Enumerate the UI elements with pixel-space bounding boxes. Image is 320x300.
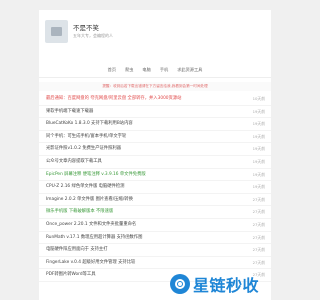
list-item-title[interactable]: 果软手机端下载速下载器 [46,106,236,118]
nav-item-mobile[interactable]: 手机 [160,64,168,76]
list-item[interactable]: 公众号文章内容提取下载工具 19天前 [39,156,271,169]
list-item-date: 27天前 [252,234,265,240]
watermark-logo-icon [170,274,190,294]
list-item-title[interactable]: 最后通知：百度网盘的 夸克网盘/阿里云盘 全部转存，并入3000资源站 [46,93,236,105]
list-item[interactable]: CPU-Z 2.16 绿色单文件版 电脑硬件检测 19天前 [39,181,271,194]
list-item[interactable]: 微乐手机版 下载破解版本 不限速版 27天前 [39,206,271,219]
list-item-date: 19天前 [252,133,265,139]
list-item-date: 19天前 [252,184,265,190]
list-item-date: 27天前 [252,221,265,227]
list-item-date: 10天前 [252,96,265,101]
nav-item-request[interactable]: 求此资源工具 [177,64,202,76]
watermark-logo-text: 星链秒收 [193,276,260,295]
site-header: 不是不笑 五年大专，会编程的人 [39,10,271,54]
list-item[interactable]: BlueCatKoKo 1.8.3.0 支持下载利用B站内容 19天前 [39,118,271,131]
list-item-title[interactable]: CPU-Z 2.16 绿色单文件版 电脑硬件检测 [46,181,236,193]
nav-divider [39,77,271,78]
post-list: 最后通知：百度网盘的 夸克网盘/阿里云盘 全部转存，并入3000资源站 10天前果… [39,93,271,282]
list-item[interactable]: 最后通知：百度网盘的 夸克网盘/阿里云盘 全部转存，并入3000资源站 10天前 [39,93,271,106]
nav-item-pc[interactable]: 电脑 [142,64,150,76]
list-item-title[interactable]: RunMath v.17.1 数理应用超计算器 支持函数作图 [46,232,236,244]
list-item[interactable]: 电脑硬件阳应用面向于 支持主打 27天前 [39,244,271,257]
list-item-date: 27天前 [252,259,265,265]
notice-banner: 提醒：收到后若下载出错请在下方留言给我,我看到会第一时间处理 [39,82,271,91]
list-item-date: 27天前 [252,247,265,253]
list-item-title[interactable]: FingerLake v.0.4 超级好用文件管理 支持比较 [46,257,236,269]
list-item-date: 19天前 [252,146,265,152]
list-item-title[interactable]: EpicPen 屏幕注释 便笔注释 v.3.9.16 单文件免费版 [46,169,236,181]
list-item-date: 19天前 [252,108,265,114]
list-item[interactable]: EpicPen 屏幕注释 便笔注释 v.3.9.16 单文件免费版 19天前 [39,169,271,182]
list-item[interactable]: 光影证件照v1.0.2 免费生产证件照利器 19天前 [39,143,271,156]
main-nav: 首页 爬虫 电脑 手机 求此资源工具 [39,64,271,76]
avatar[interactable] [45,20,68,43]
list-item[interactable]: 同个手机：可生成手机/富本手机/单文字轮 19天前 [39,131,271,144]
list-item-title[interactable]: Once_power 2.20.1 文件和文件夹批量重命名 [46,219,236,231]
list-item-title[interactable]: BlueCatKoKo 1.8.3.0 支持下载利用B站内容 [46,118,236,130]
list-item[interactable]: Once_power 2.20.1 文件和文件夹批量重命名 27天前 [39,219,271,232]
list-item-date: 27天前 [252,209,265,215]
list-item-date: 27天前 [252,196,265,202]
list-item-title[interactable]: 公众号文章内容提取下载工具 [46,156,236,168]
list-item-title[interactable]: 同个手机：可生成手机/富本手机/单文字轮 [46,131,236,143]
watermark-logo: 星链秒收 [170,272,259,296]
list-item-date: 19天前 [252,121,265,127]
list-item[interactable]: RunMath v.17.1 数理应用超计算器 支持函数作图 27天前 [39,232,271,245]
list-item-title[interactable]: Imagine 2.0.2 单文件版 图片查看/压缩/转换 [46,194,236,206]
nav-item-home[interactable]: 首页 [108,64,116,76]
list-item[interactable]: Imagine 2.0.2 单文件版 图片查看/压缩/转换 27天前 [39,194,271,207]
site-title[interactable]: 不是不笑 [73,22,99,32]
page-container: 不是不笑 五年大专，会编程的人 首页 爬虫 电脑 手机 求此资源工具 提醒：收到… [39,10,271,300]
nav-item-crawler[interactable]: 爬虫 [125,64,133,76]
site-subtitle: 五年大专，会编程的人 [73,33,113,38]
list-item-date: 19天前 [252,158,265,164]
list-item-title[interactable]: 微乐手机版 下载破解版本 不限速版 [46,206,236,218]
list-item[interactable]: 果软手机端下载速下载器 19天前 [39,106,271,119]
list-item-title[interactable]: 光影证件照v1.0.2 免费生产证件照利器 [46,143,236,155]
list-item[interactable]: FingerLake v.0.4 超级好用文件管理 支持比较 27天前 [39,257,271,270]
list-item-date: 19天前 [252,171,265,177]
list-item-title[interactable]: 电脑硬件阳应用面向于 支持主打 [46,244,236,256]
